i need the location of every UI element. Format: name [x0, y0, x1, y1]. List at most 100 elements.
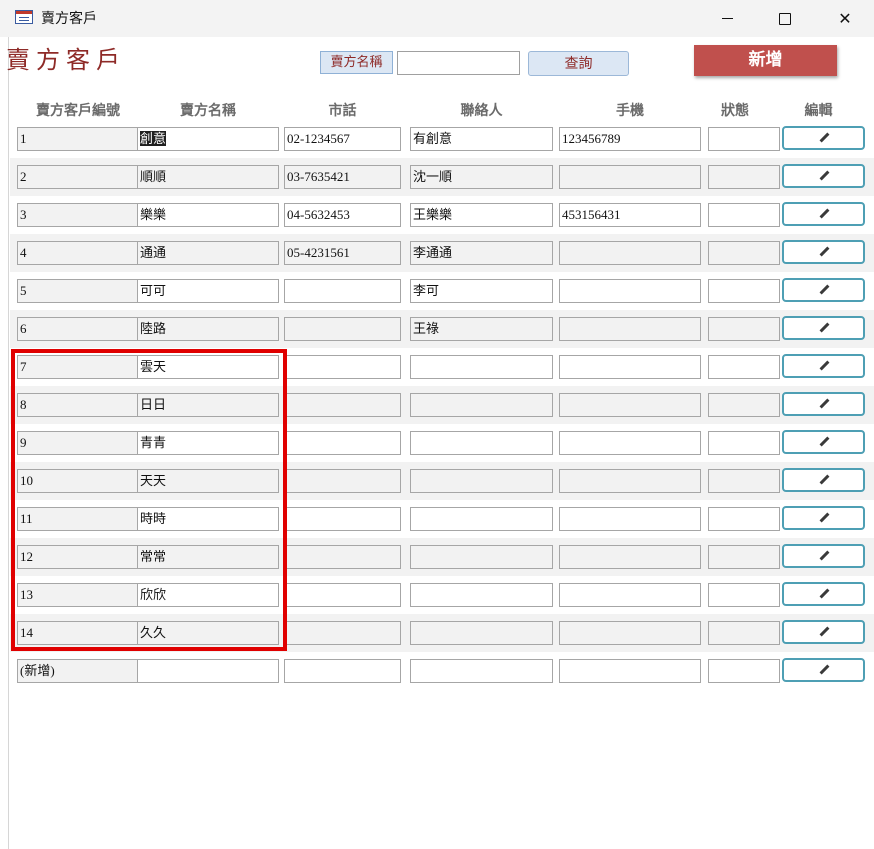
cell-mobile[interactable] — [559, 241, 701, 265]
cell-mobile[interactable] — [559, 431, 701, 455]
edit-button[interactable] — [782, 278, 865, 302]
cell-contact[interactable] — [410, 469, 553, 493]
cell-status[interactable] — [708, 317, 780, 341]
cell-mobile[interactable] — [559, 165, 701, 189]
cell-mobile[interactable] — [559, 621, 701, 645]
cell-name[interactable]: 創意 — [137, 127, 279, 151]
cell-mobile[interactable]: 123456789 — [559, 127, 701, 151]
cell-status[interactable] — [708, 507, 780, 531]
cell-mobile[interactable] — [559, 507, 701, 531]
cell-name[interactable]: 順順 — [137, 165, 279, 189]
cell-phone[interactable] — [284, 583, 401, 607]
query-button[interactable]: 查詢 — [528, 51, 629, 76]
cell-contact[interactable]: 王樂樂 — [410, 203, 553, 227]
cell-mobile[interactable] — [559, 355, 701, 379]
cell-phone[interactable]: 03-7635421 — [284, 165, 401, 189]
edit-button[interactable] — [782, 240, 865, 264]
add-button[interactable]: 新增 — [694, 45, 837, 76]
cell-phone[interactable] — [284, 393, 401, 417]
edit-button[interactable] — [782, 354, 865, 378]
cell-phone[interactable]: 05-4231561 — [284, 241, 401, 265]
cell-phone[interactable] — [284, 507, 401, 531]
cell-name[interactable]: 可可 — [137, 279, 279, 303]
cell-name[interactable]: 通通 — [137, 241, 279, 265]
cell-mobile[interactable] — [559, 469, 701, 493]
edit-button[interactable] — [782, 392, 865, 416]
cell-status[interactable] — [708, 127, 780, 151]
cell-name[interactable]: 常常 — [137, 545, 279, 569]
edit-button[interactable] — [782, 164, 865, 188]
cell-name[interactable]: 時時 — [137, 507, 279, 531]
edit-button[interactable] — [782, 126, 865, 150]
cell-name[interactable]: 青青 — [137, 431, 279, 455]
cell-status[interactable] — [708, 355, 780, 379]
cell-phone[interactable] — [284, 355, 401, 379]
edit-button[interactable] — [782, 620, 865, 644]
cell-contact[interactable] — [410, 393, 553, 417]
cell-status[interactable] — [708, 203, 780, 227]
cell-status[interactable] — [708, 469, 780, 493]
cell-phone[interactable] — [284, 279, 401, 303]
cell-contact[interactable]: 沈一順 — [410, 165, 553, 189]
cell-name[interactable]: 陸路 — [137, 317, 279, 341]
edit-button[interactable] — [782, 202, 865, 226]
cell-phone[interactable]: 02-1234567 — [284, 127, 401, 151]
cell-status[interactable] — [708, 659, 780, 683]
cell-name[interactable]: 雲天 — [137, 355, 279, 379]
edit-button[interactable] — [782, 316, 865, 340]
cell-name[interactable]: 天天 — [137, 469, 279, 493]
cell-status[interactable] — [708, 431, 780, 455]
cell-contact[interactable] — [410, 621, 553, 645]
cell-contact[interactable] — [410, 583, 553, 607]
cell-contact[interactable] — [410, 507, 553, 531]
cell-mobile[interactable] — [559, 317, 701, 341]
edit-button[interactable] — [782, 582, 865, 606]
cell-mobile[interactable] — [559, 583, 701, 607]
edit-button[interactable] — [782, 658, 865, 682]
cell-status[interactable] — [708, 165, 780, 189]
cell-contact[interactable]: 有創意 — [410, 127, 553, 151]
cell-status[interactable] — [708, 279, 780, 303]
minimize-button[interactable] — [698, 0, 756, 37]
cell-contact[interactable]: 王祿 — [410, 317, 553, 341]
edit-button[interactable] — [782, 430, 865, 454]
cell-mobile[interactable] — [559, 659, 701, 683]
cell-contact[interactable] — [410, 431, 553, 455]
cell-name[interactable]: 欣欣 — [137, 583, 279, 607]
cell-phone[interactable] — [284, 621, 401, 645]
search-input[interactable] — [397, 51, 520, 75]
cell-contact[interactable] — [410, 355, 553, 379]
header-phone: 市話 — [328, 103, 357, 119]
cell-mobile[interactable] — [559, 545, 701, 569]
edit-button[interactable] — [782, 468, 865, 492]
cell-status[interactable] — [708, 241, 780, 265]
edit-button[interactable] — [782, 544, 865, 568]
cell-id: 9 — [17, 431, 138, 455]
pencil-icon — [819, 551, 829, 561]
table-row: 12 常常 — [10, 538, 874, 576]
cell-contact[interactable]: 李可 — [410, 279, 553, 303]
cell-phone[interactable] — [284, 545, 401, 569]
cell-mobile[interactable] — [559, 279, 701, 303]
cell-contact[interactable]: 李通通 — [410, 241, 553, 265]
cell-status[interactable] — [708, 393, 780, 417]
cell-status[interactable] — [708, 545, 780, 569]
cell-phone[interactable] — [284, 659, 401, 683]
cell-name[interactable] — [137, 659, 279, 683]
cell-phone[interactable] — [284, 317, 401, 341]
maximize-button[interactable] — [756, 0, 814, 37]
close-button[interactable]: ✕ — [816, 0, 874, 37]
cell-contact[interactable] — [410, 659, 553, 683]
cell-mobile[interactable]: 453156431 — [559, 203, 701, 227]
cell-mobile[interactable] — [559, 393, 701, 417]
cell-phone[interactable] — [284, 431, 401, 455]
cell-status[interactable] — [708, 621, 780, 645]
cell-name[interactable]: 日日 — [137, 393, 279, 417]
cell-phone[interactable]: 04-5632453 — [284, 203, 401, 227]
cell-name[interactable]: 樂樂 — [137, 203, 279, 227]
edit-button[interactable] — [782, 506, 865, 530]
cell-phone[interactable] — [284, 469, 401, 493]
cell-status[interactable] — [708, 583, 780, 607]
cell-contact[interactable] — [410, 545, 553, 569]
cell-name[interactable]: 久久 — [137, 621, 279, 645]
